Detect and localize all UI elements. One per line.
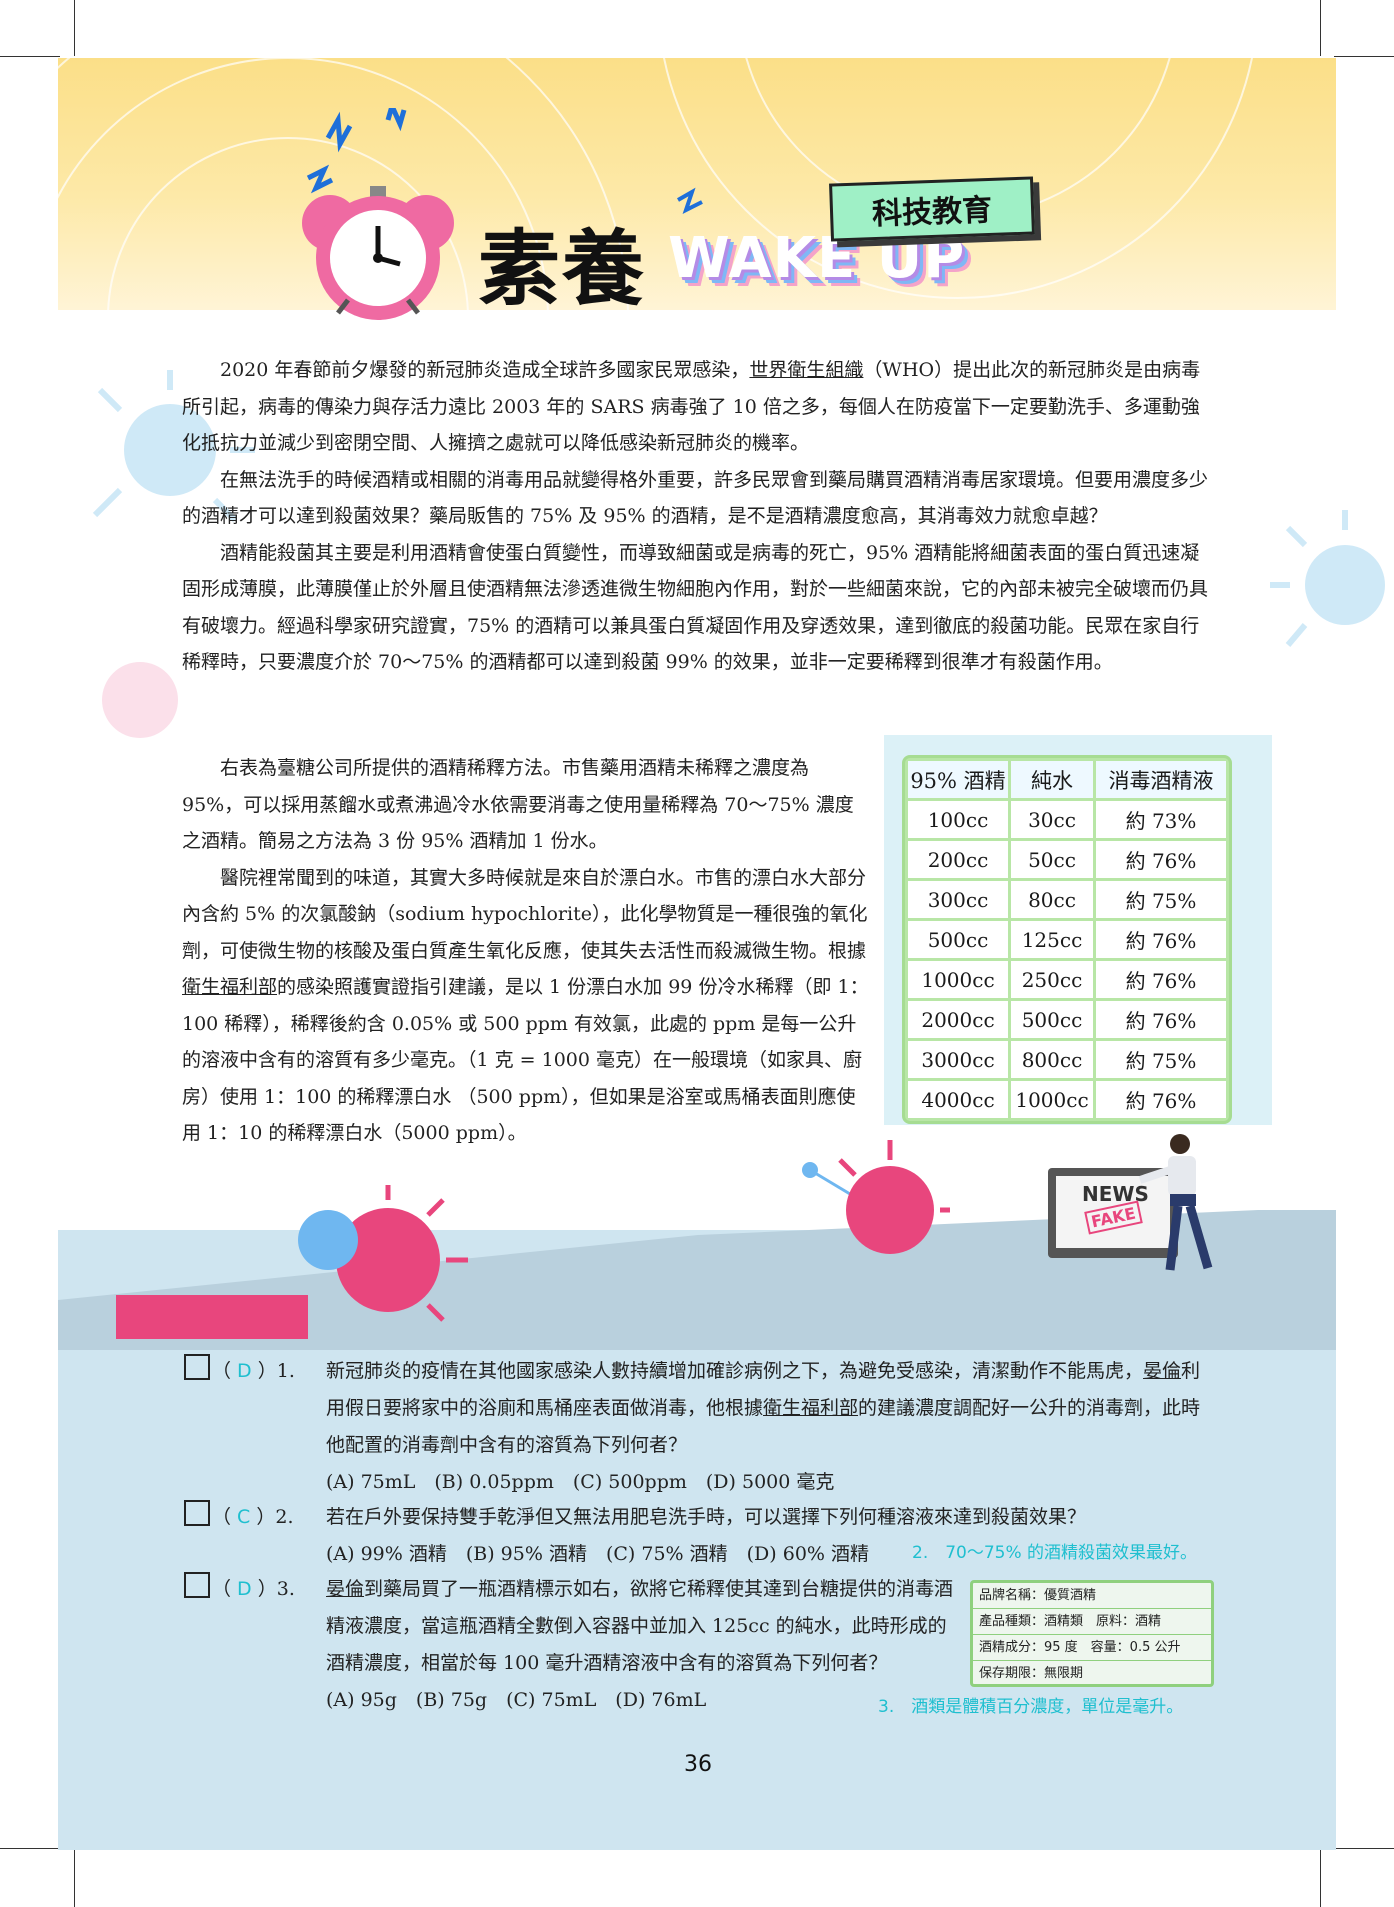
question-number: 1. <box>276 1360 295 1382</box>
table-row: 3000cc 800cc 約 75% <box>908 1041 1226 1078</box>
label-line: 保存期限：無限期 <box>979 1666 1084 1681</box>
table-row: 100cc 30cc 約 73% <box>908 801 1226 838</box>
column-header: 消毒酒精液 <box>1096 761 1226 798</box>
table-cell: 4000cc <box>908 1081 1008 1118</box>
answer-note: 3. 酒類是體積百分濃度，單位是毫升。 <box>878 1697 1184 1717</box>
underlined-term: 世界衛生組織 <box>749 359 864 381</box>
crop-mark <box>74 1850 75 1907</box>
text-run: 的感染照護實證指引建議，是以 1 份漂白水加 99 份冷水稀釋（即 1：100 … <box>182 976 869 1144</box>
paragraph-1: 2020 年春節前夕爆發的新冠肺炎造成全球許多國家民眾感染，世界衛生組織（WHO… <box>182 352 1210 462</box>
question-text: 晏倫到藥局買了一瓶酒精標示如右，欲將它稀釋使其達到台糖提供的消毒酒精液濃度，當這… <box>326 1571 964 1682</box>
label-line: 酒精成分：95 度 容量：0.5 公升 <box>973 1635 1211 1661</box>
dilution-table: 95% 酒精 純水 消毒酒精液 100cc 30cc 約 73% 200cc 50cc 約… <box>902 755 1232 1124</box>
label-line: 品牌名稱：優質酒精 <box>973 1583 1211 1609</box>
crop-mark <box>1334 1848 1394 1849</box>
table-row: 1000cc 250cc 約 76% <box>908 961 1226 998</box>
question-text: 若在戶外要保持雙手乾淨但又無法用肥皂洗手時，可以選擇下列何種溶液來達到殺菌效果？ <box>326 1499 1214 1536</box>
column-header: 95% 酒精 <box>908 761 1008 798</box>
man-figure-icon <box>1138 1134 1213 1271</box>
alarm-clock-icon <box>302 108 454 320</box>
text-run: 若在戶外要保持雙手乾淨但又無法用肥皂洗手時，可以選擇下列何種溶液來達到殺菌效果？ <box>326 1506 1087 1528</box>
section-label-bar <box>116 1295 308 1339</box>
table-cell: 300cc <box>908 881 1008 918</box>
article-body: 2020 年春節前夕爆發的新冠肺炎造成全球許多國家民眾感染，世界衛生組織（WHO… <box>182 352 1210 681</box>
table-cell: 約 76% <box>1096 961 1226 998</box>
text-run: 醫院裡常聞到的味道，其實大多時候就是來自於漂白水。市售的漂白水大部分內含約 5%… <box>182 866 868 962</box>
crop-mark <box>0 56 60 57</box>
table-cell: 1000cc <box>908 961 1008 998</box>
crop-mark <box>1320 0 1321 56</box>
table-cell: 約 75% <box>1096 881 1226 918</box>
table-cell: 30cc <box>1011 801 1093 838</box>
crop-mark <box>74 0 75 56</box>
paragraph-3: 酒精能殺菌其主要是利用酒精會使蛋白質變性，而導致細菌或是病毒的死亡，95% 酒精… <box>182 541 1209 674</box>
underlined-term: 晏倫 <box>1143 1360 1182 1382</box>
table-cell: 2000cc <box>908 1001 1008 1038</box>
virus-icon <box>802 1140 950 1254</box>
table-cell: 250cc <box>1011 961 1093 998</box>
table-cell: 約 76% <box>1096 1001 1226 1038</box>
paragraph-2: 在無法洗手的時候酒精或相關的消毒用品就變得格外重要，許多民眾會到藥局購買酒精消毒… <box>182 468 1209 528</box>
lightning-icon <box>677 187 703 214</box>
page-title: 素養 <box>478 222 647 317</box>
table-cell: 80cc <box>1011 881 1093 918</box>
table-cell: 3000cc <box>908 1041 1008 1078</box>
underlined-term: 晏倫 <box>326 1578 365 1600</box>
question-3: （ D ）3. 晏倫到藥局買了一瓶酒精標示如右，欲將它稀釋使其達到台糖提供的消毒… <box>184 1571 964 1719</box>
question-number: 2. <box>275 1506 294 1528</box>
table-cell: 800cc <box>1011 1041 1093 1078</box>
underlined-term: 衛生福利部 <box>763 1397 859 1419</box>
question-1: （ D ）1. 新冠肺炎的疫情在其他國家感染人數持續增加確診病例之下，為避免受感… <box>184 1353 1214 1501</box>
table-cell: 約 73% <box>1096 801 1226 838</box>
article-body-side: 右表為臺糖公司所提供的酒精稀釋方法。市售藥用酒精未稀釋之濃度為 95%，可以採用… <box>182 750 872 1152</box>
table-row: 200cc 50cc 約 76% <box>908 841 1226 878</box>
paragraph-5: 醫院裡常聞到的味道，其實大多時候就是來自於漂白水。市售的漂白水大部分內含約 5%… <box>182 860 872 1152</box>
question-number: 3. <box>276 1578 295 1600</box>
text-run: 2020 年春節前夕爆發的新冠肺炎造成全球許多國家民眾感染， <box>220 359 750 381</box>
table-cell: 50cc <box>1011 841 1093 878</box>
table-cell: 約 76% <box>1096 921 1226 958</box>
table-cell: 500cc <box>1011 1001 1093 1038</box>
text-run: 到藥局買了一瓶酒精標示如右，欲將它稀釋使其達到台糖提供的消毒酒精液濃度，當這瓶酒… <box>326 1578 954 1674</box>
product-label: 品牌名稱：優質酒精 產品種類：酒精類 原料：酒精 酒精成分：95 度 容量：0.… <box>970 1580 1214 1687</box>
answer-checkbox[interactable] <box>184 1572 210 1598</box>
table-cell: 200cc <box>908 841 1008 878</box>
text-run: 新冠肺炎的疫情在其他國家感染人數持續增加確診病例之下，為避免受感染，清潔動作不能… <box>326 1360 1144 1382</box>
question-options: (A) 95g (B) 75g (C) 75mL (D) 76mL <box>326 1689 707 1711</box>
answer-letter: C <box>237 1506 251 1528</box>
answer-letter: D <box>237 1578 252 1600</box>
table-cell: 500cc <box>908 921 1008 958</box>
table-cell: 100cc <box>908 801 1008 838</box>
answer-checkbox[interactable] <box>184 1500 210 1526</box>
table-cell: 約 76% <box>1096 841 1226 878</box>
table-row: 500cc 125cc 約 76% <box>908 921 1226 958</box>
question-options: (A) 75mL (B) 0.05ppm (C) 500ppm (D) 5000… <box>326 1471 835 1493</box>
category-tag: 科技教育 <box>829 176 1035 242</box>
paragraph-4: 右表為臺糖公司所提供的酒精稀釋方法。市售藥用酒精未稀釋之濃度為 95%，可以採用… <box>182 757 854 852</box>
table-cell: 約 76% <box>1096 1081 1226 1118</box>
table-header-row: 95% 酒精 純水 消毒酒精液 <box>908 761 1226 798</box>
virus-decoration-icon <box>1270 510 1385 647</box>
crop-mark <box>1320 1850 1321 1907</box>
answer-letter: D <box>237 1360 252 1382</box>
label-line: 產品種類：酒精類 原料：酒精 <box>973 1609 1211 1635</box>
column-header: 純水 <box>1011 761 1093 798</box>
crop-mark <box>1334 56 1394 57</box>
answer-checkbox[interactable] <box>184 1354 210 1380</box>
table-cell: 約 75% <box>1096 1041 1226 1078</box>
table-row: 300cc 80cc 約 75% <box>908 881 1226 918</box>
crop-mark <box>0 1848 60 1849</box>
page-number: 36 <box>684 1752 712 1777</box>
answer-note: 2. 70～75% 的酒精殺菌效果最好。 <box>912 1543 1198 1563</box>
table-cell: 125cc <box>1011 921 1093 958</box>
question-text: 新冠肺炎的疫情在其他國家感染人數持續增加確診病例之下，為避免受感染，清潔動作不能… <box>326 1353 1214 1464</box>
table-cell: 1000cc <box>1011 1081 1093 1118</box>
underlined-term: 衛生福利部 <box>182 976 278 998</box>
table-row: 4000cc 1000cc 約 76% <box>908 1081 1226 1118</box>
table-row: 2000cc 500cc 約 76% <box>908 1001 1226 1038</box>
